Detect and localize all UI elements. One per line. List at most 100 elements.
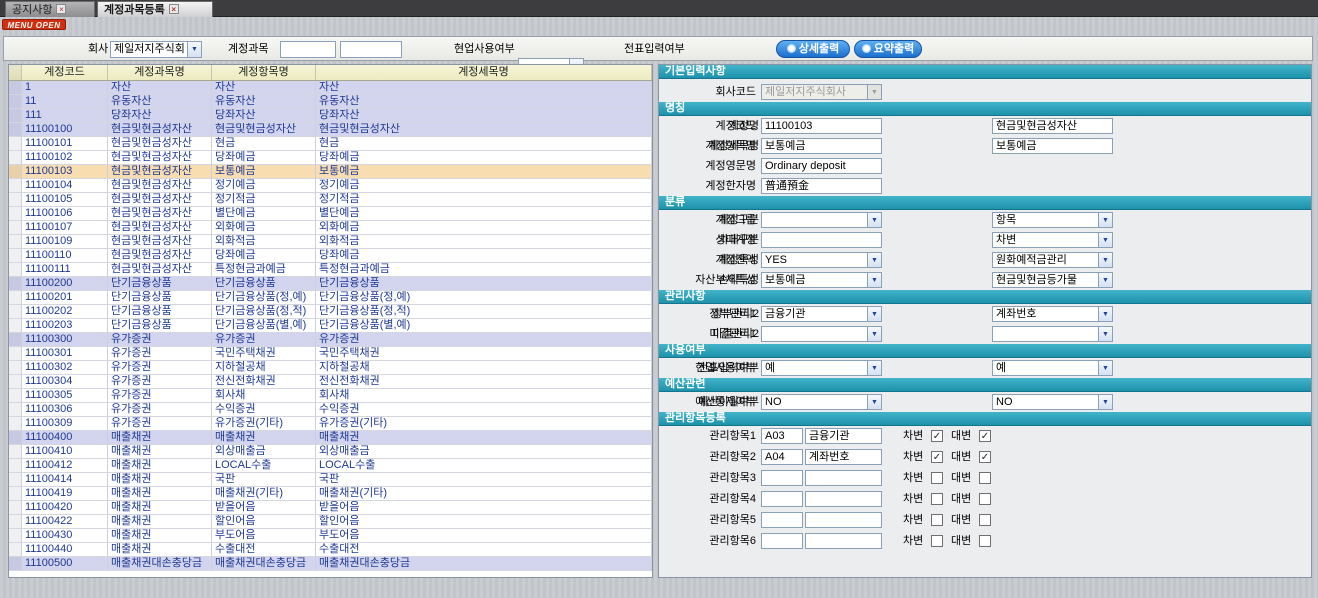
- chevron-down-icon[interactable]: ▼: [187, 42, 201, 57]
- tab-account-registration[interactable]: 계정과목등록×: [97, 1, 213, 17]
- table-cell[interactable]: 11100419: [22, 487, 108, 500]
- table-cell[interactable]: 정기예금: [316, 179, 652, 192]
- table-cell[interactable]: 현금및현금성자산: [108, 137, 212, 150]
- table-cell[interactable]: 매출채권대손충당금: [316, 557, 652, 570]
- account-code-filter-input[interactable]: [280, 41, 336, 58]
- table-cell[interactable]: 11100109: [22, 235, 108, 248]
- table-cell[interactable]: 당좌자산: [108, 109, 212, 122]
- table-cell[interactable]: 단기금융상품(별,예): [212, 319, 316, 332]
- table-cell[interactable]: 매출채권(기타): [316, 487, 652, 500]
- table-row[interactable]: 11100200단기금융상품단기금융상품단기금융상품: [9, 277, 652, 291]
- row-selector-cell[interactable]: [9, 137, 22, 150]
- row-selector-cell[interactable]: [9, 389, 22, 402]
- table-cell[interactable]: 유가증권: [108, 403, 212, 416]
- table-cell[interactable]: 정기적금: [316, 193, 652, 206]
- table-cell[interactable]: 11: [22, 95, 108, 108]
- row-selector-cell[interactable]: [9, 193, 22, 206]
- row-selector-cell[interactable]: [9, 501, 22, 514]
- table-cell[interactable]: 외화적금: [212, 235, 316, 248]
- table-row[interactable]: 11100420매출채권받을어음받을어음: [9, 501, 652, 515]
- hanja-name-field[interactable]: 普通預金: [761, 178, 882, 194]
- row-selector-cell[interactable]: [9, 81, 22, 94]
- table-cell[interactable]: 국민주택채권: [316, 347, 652, 360]
- table-cell[interactable]: 특정현금과예금: [316, 263, 652, 276]
- table-cell[interactable]: 현금: [212, 137, 316, 150]
- table-row[interactable]: 111당좌자산당좌자산당좌자산: [9, 109, 652, 123]
- table-cell[interactable]: 현금: [316, 137, 652, 150]
- ledger-mgmt2-select[interactable]: 계좌번호▼: [992, 306, 1113, 322]
- table-row[interactable]: 11100400매출채권매출채권매출채권: [9, 431, 652, 445]
- profit-loss-select[interactable]: 현금및현금등가물▼: [992, 272, 1113, 288]
- account-attribute-select[interactable]: 원화예적금관리▼: [992, 252, 1113, 268]
- table-cell[interactable]: 정기예금: [212, 179, 316, 192]
- chevron-down-icon[interactable]: ▼: [867, 395, 881, 409]
- table-row[interactable]: 11100201단기금융상품단기금융상품(정,예)단기금융상품(정,예): [9, 291, 652, 305]
- table-cell[interactable]: 11100201: [22, 291, 108, 304]
- table-cell[interactable]: 당좌예금: [316, 249, 652, 262]
- table-row[interactable]: 11100111현금및현금성자산특정현금과예금특정현금과예금: [9, 263, 652, 277]
- table-cell[interactable]: 11100440: [22, 543, 108, 556]
- table-cell[interactable]: 현금및현금성자산: [108, 179, 212, 192]
- row-selector-cell[interactable]: [9, 403, 22, 416]
- table-cell[interactable]: 단기금융상품: [108, 319, 212, 332]
- table-cell[interactable]: 매출채권: [108, 459, 212, 472]
- table-cell[interactable]: 당좌예금: [212, 151, 316, 164]
- table-row[interactable]: 11100414매출채권국판국판: [9, 473, 652, 487]
- row-selector-cell[interactable]: [9, 333, 22, 346]
- table-cell[interactable]: 유동자산: [316, 95, 652, 108]
- table-row[interactable]: 11100106현금및현금성자산별단예금별단예금: [9, 207, 652, 221]
- debit-checkbox[interactable]: [931, 514, 943, 526]
- table-cell[interactable]: 현금및현금성자산: [212, 123, 316, 136]
- slip-entry-select[interactable]: 예▼: [992, 360, 1113, 376]
- table-cell[interactable]: 단기금융상품(정,예): [316, 291, 652, 304]
- row-selector-cell[interactable]: [9, 361, 22, 374]
- table-cell[interactable]: 외화예금: [316, 221, 652, 234]
- chevron-down-icon[interactable]: ▼: [1098, 327, 1112, 341]
- table-row[interactable]: 11100103현금및현금성자산보통예금보통예금: [9, 165, 652, 179]
- table-cell[interactable]: 유가증권: [108, 417, 212, 430]
- row-selector-cell[interactable]: [9, 347, 22, 360]
- table-cell[interactable]: 유가증권: [108, 375, 212, 388]
- table-row[interactable]: 11100412매출채권LOCAL수출LOCAL수출: [9, 459, 652, 473]
- row-selector-cell[interactable]: [9, 277, 22, 290]
- table-cell[interactable]: 지하철공채: [212, 361, 316, 374]
- tab-notice[interactable]: 공지사항×: [5, 1, 95, 17]
- table-cell[interactable]: 매출채권: [108, 501, 212, 514]
- row-selector-cell[interactable]: [9, 123, 22, 136]
- table-cell[interactable]: 국민주택채권: [212, 347, 316, 360]
- table-row[interactable]: 11100109현금및현금성자산외화적금외화적금: [9, 235, 652, 249]
- debit-checkbox[interactable]: [931, 472, 943, 484]
- table-row[interactable]: 11100430매출채권부도어음부도어음: [9, 529, 652, 543]
- table-cell[interactable]: 현금및현금성자산: [108, 235, 212, 248]
- chevron-down-icon[interactable]: ▼: [867, 327, 881, 341]
- table-row[interactable]: 11100500매출채권대손충당금매출채권대손충당금매출채권대손충당금: [9, 557, 652, 571]
- table-cell[interactable]: 유가증권(기타): [316, 417, 652, 430]
- debit-checkbox[interactable]: ✓: [931, 451, 943, 463]
- row-selector-cell[interactable]: [9, 431, 22, 444]
- table-cell[interactable]: LOCAL수출: [316, 459, 652, 472]
- chevron-down-icon[interactable]: ▼: [1098, 361, 1112, 375]
- table-cell[interactable]: 유가증권: [108, 361, 212, 374]
- row-selector-cell[interactable]: [9, 375, 22, 388]
- company-select[interactable]: 제일저지주식회사 ▼: [110, 41, 202, 58]
- table-cell[interactable]: 11100203: [22, 319, 108, 332]
- table-cell[interactable]: 11100302: [22, 361, 108, 374]
- row-selector-cell[interactable]: [9, 417, 22, 430]
- field-use-select[interactable]: 예▼: [761, 360, 882, 376]
- account-group-select[interactable]: ▼: [761, 212, 882, 228]
- table-cell[interactable]: 전신전화채권: [212, 375, 316, 388]
- table-row[interactable]: 11100440매출채권수출대전수출대전: [9, 543, 652, 557]
- table-cell[interactable]: 국판: [212, 473, 316, 486]
- row-selector-cell[interactable]: [9, 151, 22, 164]
- credit-checkbox[interactable]: ✓: [979, 451, 991, 463]
- table-cell[interactable]: 단기금융상품: [108, 277, 212, 290]
- table-cell[interactable]: 11100500: [22, 557, 108, 570]
- row-selector-cell[interactable]: [9, 319, 22, 332]
- table-cell[interactable]: 11100105: [22, 193, 108, 206]
- summary-print-button[interactable]: 요약출력: [854, 40, 922, 58]
- account-balance-select[interactable]: YES▼: [761, 252, 882, 268]
- credit-checkbox[interactable]: [979, 493, 991, 505]
- english-name-field[interactable]: Ordinary deposit: [761, 158, 882, 174]
- table-row[interactable]: 11100306유가증권수익증권수익증권: [9, 403, 652, 417]
- table-row[interactable]: 11100422매출채권할인어음할인어음: [9, 515, 652, 529]
